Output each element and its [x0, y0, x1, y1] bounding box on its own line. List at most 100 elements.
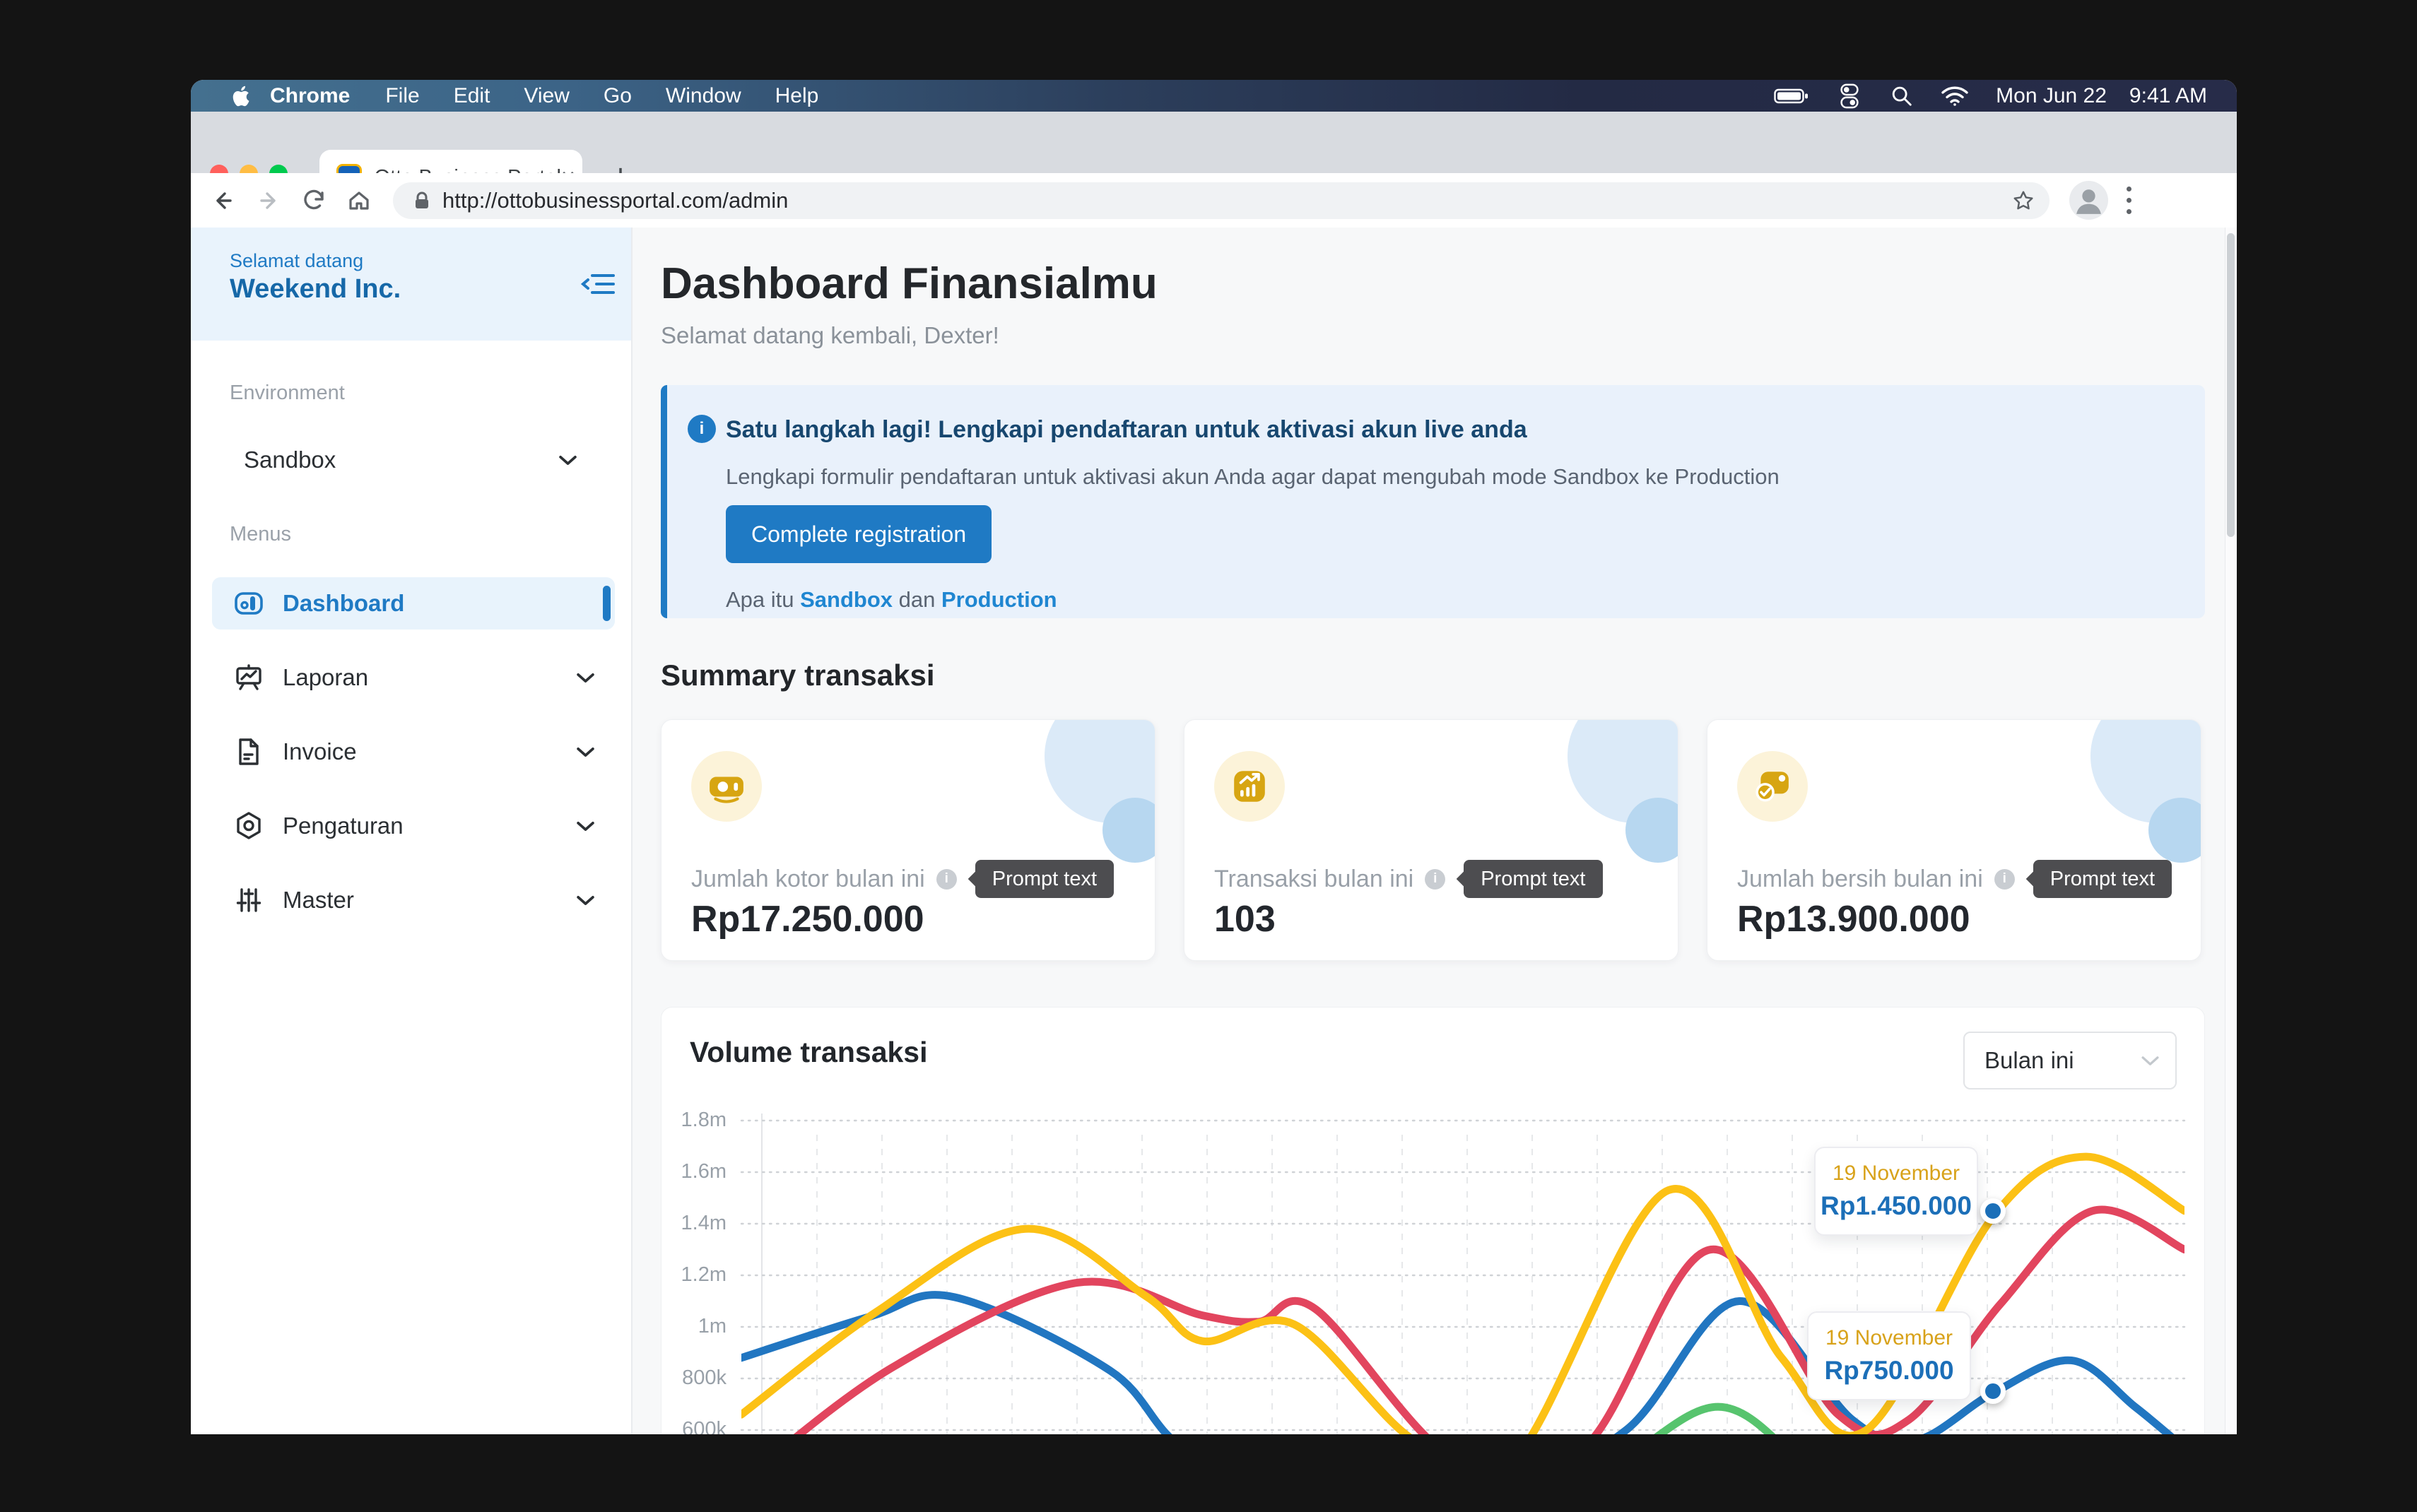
sidebar-item-invoice[interactable]: Invoice	[212, 726, 615, 778]
scrollbar-thumb[interactable]	[2227, 233, 2235, 537]
banner-body: Lengkapi formulir pendaftaran untuk akti…	[726, 464, 1780, 490]
banner-accent-bar	[661, 385, 667, 618]
menubar-item-file[interactable]: File	[368, 84, 436, 108]
browser-profile-avatar[interactable]	[2069, 181, 2108, 220]
environment-select[interactable]: Sandbox	[244, 447, 597, 473]
laporan-icon	[233, 662, 264, 693]
url-field[interactable]: http://ottobusinessportal.com/admin	[393, 182, 2050, 219]
sidebar-item-master[interactable]: Master	[212, 874, 615, 926]
control-center-icon[interactable]	[1836, 82, 1863, 110]
decor-circle-small	[1625, 798, 1678, 863]
tooltip-value: Rp750.000	[1824, 1356, 1953, 1386]
sidebar-collapse-icon[interactable]	[581, 268, 618, 300]
registration-banner: i Satu langkah lagi! Lengkapi pendaftara…	[661, 385, 2205, 618]
scrollbar-track[interactable]	[2225, 228, 2237, 1434]
sidebar-item-dashboard[interactable]: Dashboard	[212, 577, 615, 630]
active-indicator	[603, 586, 611, 621]
sidebar-item-label: Invoice	[283, 738, 357, 765]
card-label: Jumlah kotor bulan ini	[691, 866, 925, 893]
chart-tooltip: 19 November Rp1.450.000	[1814, 1147, 1978, 1236]
menubar-item-go[interactable]: Go	[587, 84, 649, 108]
banner-title: Satu langkah lagi! Lengkapi pendaftaran …	[726, 416, 1527, 444]
prompt-tooltip: Prompt text	[975, 860, 1114, 898]
page-title: Dashboard Finansialmu	[661, 259, 1158, 309]
environment-label: Environment	[230, 382, 345, 405]
decor-circle-small	[1102, 798, 1155, 863]
banner-footer: Apa itu Sandbox dan Production	[726, 587, 1057, 613]
home-icon[interactable]	[346, 188, 372, 213]
card-label: Transaksi bulan ini	[1214, 866, 1413, 893]
sidebar-company-name: Weekend Inc.	[230, 274, 401, 305]
banner-footer-prefix: Apa itu	[726, 587, 800, 612]
menubar-item-help[interactable]: Help	[758, 84, 836, 108]
chart-tooltip: 19 November Rp750.000	[1807, 1311, 1971, 1400]
browser-window: Chrome FileEditViewGoWindowHelp Mon Jun …	[191, 80, 2237, 1434]
screenshot-crop-band	[0, 1434, 2417, 1512]
tab-strip: OTTO Otto Business Portal × +	[191, 112, 2237, 173]
prompt-tooltip: Prompt text	[2033, 860, 2172, 898]
menubar-item-window[interactable]: Window	[649, 84, 758, 108]
sidebar-item-laporan[interactable]: Laporan	[212, 651, 615, 704]
money-icon	[691, 751, 762, 822]
spotlight-icon[interactable]	[1890, 83, 1914, 109]
card-label: Jumlah bersih bulan ini	[1737, 866, 1983, 893]
volume-chart-card: Volume transaksi Bulan ini 1.8m1.6m1.4m1…	[661, 1007, 2205, 1434]
master-icon	[233, 885, 264, 916]
menubar-items: FileEditViewGoWindowHelp	[368, 84, 835, 108]
sidebar-item-label: Laporan	[283, 664, 368, 691]
sidebar: Selamat datang Weekend Inc. Environment …	[191, 228, 633, 1434]
info-icon[interactable]: i	[1425, 869, 1445, 890]
sidebar-welcome-label: Selamat datang	[230, 250, 363, 272]
prompt-tooltip: Prompt text	[1464, 860, 1602, 898]
production-link[interactable]: Production	[941, 587, 1057, 612]
menubar-time[interactable]: 9:41 AM	[2129, 84, 2207, 108]
card-value: Rp17.250.000	[691, 898, 924, 940]
menubar-item-edit[interactable]: Edit	[437, 84, 507, 108]
chevron-down-icon	[558, 454, 577, 466]
sidebar-item-pengaturan[interactable]: Pengaturan	[212, 800, 615, 852]
decor-circle-small	[2148, 798, 2201, 863]
main-area: Dashboard Finansialmu Selamat datang kem…	[633, 228, 2237, 1434]
menubar-app-name[interactable]: Chrome	[252, 84, 368, 108]
banner-footer-mid: dan	[893, 587, 941, 612]
bookmark-star-icon[interactable]	[2011, 189, 2035, 213]
card-value: 103	[1214, 898, 1276, 940]
address-bar: http://ottobusinessportal.com/admin	[191, 173, 2237, 229]
menubar-date[interactable]: Mon Jun 22	[1996, 84, 2107, 108]
card-value: Rp13.900.000	[1737, 898, 1970, 940]
sidebar-item-label: Dashboard	[283, 590, 404, 617]
info-icon: i	[688, 415, 716, 443]
sandbox-link[interactable]: Sandbox	[800, 587, 893, 612]
chevron-down-icon	[576, 672, 595, 684]
reload-icon[interactable]	[301, 188, 327, 213]
forward-icon[interactable]	[256, 188, 281, 213]
info-icon[interactable]: i	[936, 869, 957, 890]
battery-icon[interactable]	[1774, 88, 1809, 105]
menubar-item-view[interactable]: View	[507, 84, 586, 108]
browser-menu-icon[interactable]	[2127, 187, 2131, 214]
info-icon[interactable]: i	[1994, 869, 2015, 890]
url-text: http://ottobusinessportal.com/admin	[442, 188, 788, 213]
desktop: Chrome FileEditViewGoWindowHelp Mon Jun …	[0, 0, 2417, 1512]
tooltip-date: 19 November	[1825, 1326, 1953, 1350]
chevron-down-icon	[576, 746, 595, 758]
back-icon[interactable]	[211, 188, 236, 213]
lock-icon	[411, 190, 433, 211]
apple-icon[interactable]	[229, 83, 252, 109]
wifi-icon[interactable]	[1941, 85, 1969, 107]
chevron-down-icon	[576, 894, 595, 906]
pengaturan-icon	[233, 810, 264, 841]
menubar-left: Chrome FileEditViewGoWindowHelp	[191, 83, 835, 109]
menubar-status-area: Mon Jun 22 9:41 AM	[1774, 82, 2237, 110]
page-subtitle: Selamat datang kembali, Dexter!	[661, 322, 999, 349]
tooltip-value: Rp1.450.000	[1821, 1191, 1972, 1221]
tooltip-date: 19 November	[1833, 1162, 1960, 1186]
summary-card: Transaksi bulan ini i Prompt text 103	[1184, 719, 1678, 961]
summary-card: Jumlah bersih bulan ini i Prompt text Rp13.…	[1707, 719, 2201, 961]
complete-registration-button[interactable]: Complete registration	[726, 505, 992, 563]
macos-menubar: Chrome FileEditViewGoWindowHelp Mon Jun …	[191, 80, 2237, 112]
dashboard-icon	[233, 588, 264, 619]
invoice-icon	[233, 736, 264, 767]
environment-value: Sandbox	[244, 447, 336, 473]
summary-card: Jumlah kotor bulan ini i Prompt text Rp17.2…	[661, 719, 1155, 961]
